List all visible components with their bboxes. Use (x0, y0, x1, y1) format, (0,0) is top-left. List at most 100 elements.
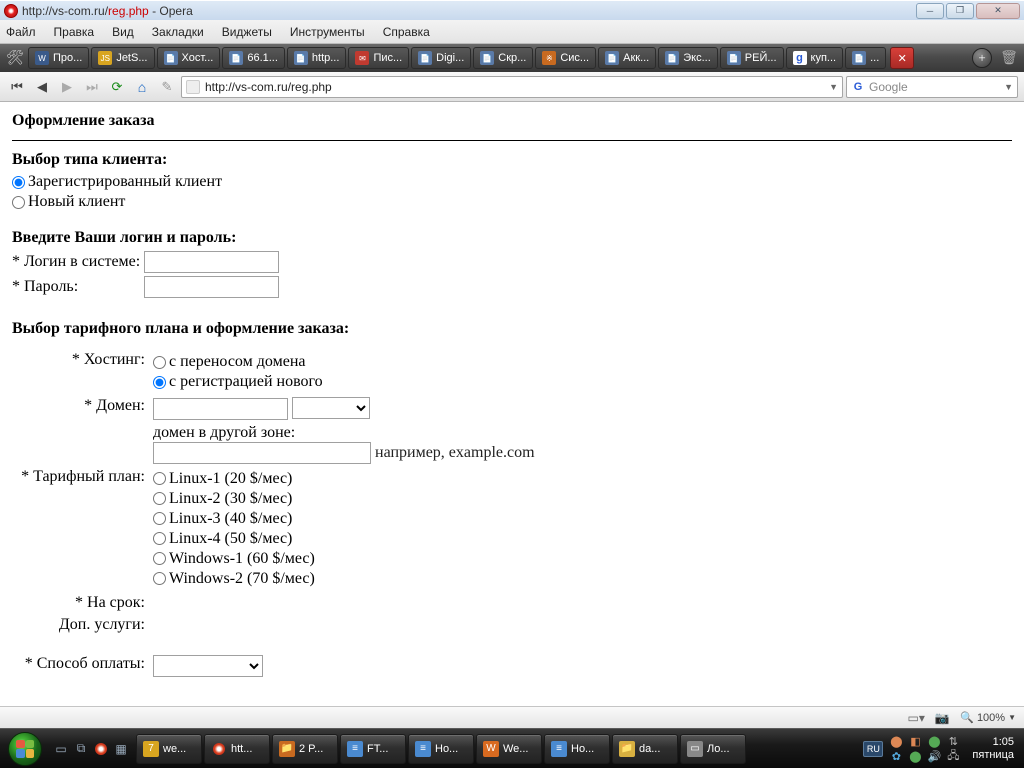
label-plan: Windows-1 (60 $/мес) (169, 550, 315, 567)
tab[interactable]: 📄66.1... (222, 47, 285, 69)
tray-network-icon[interactable]: 🖧 (945, 748, 961, 764)
tray-icon[interactable]: ⬤ (888, 733, 904, 749)
tab[interactable]: 📄... (845, 47, 886, 69)
camera-icon[interactable]: 📷 (934, 711, 950, 725)
tab[interactable]: ✉Пис... (348, 47, 409, 69)
tray-icon[interactable]: ✿ (888, 748, 904, 764)
task-item[interactable]: htt... (204, 734, 270, 764)
google-icon: G (851, 80, 865, 94)
trash-icon[interactable]: 🗑 (998, 47, 1020, 69)
radio-registered-client[interactable] (12, 176, 25, 189)
domain-other-input[interactable] (153, 442, 371, 464)
tray-icon[interactable]: ⬤ (926, 733, 942, 749)
ql-app-icon[interactable]: ▦ (112, 736, 130, 762)
close-tab-button[interactable]: ✕ (890, 47, 914, 69)
password-label: * Пароль: (12, 278, 144, 296)
reload-button[interactable]: ⟳ (106, 76, 128, 98)
hosting-label: * Хостинг: (14, 350, 149, 394)
task-item[interactable]: ≡FT... (340, 734, 406, 764)
radio-plan-win1[interactable] (153, 552, 166, 565)
task-item[interactable]: 📁da... (612, 734, 678, 764)
search-box[interactable]: G Google ▼ (846, 76, 1018, 98)
tab[interactable]: ※Сис... (535, 47, 596, 69)
tab[interactable]: 📄Скр... (473, 47, 533, 69)
ql-opera-icon[interactable] (92, 736, 110, 762)
wrench-icon[interactable]: 🛠 (4, 47, 26, 69)
back-button[interactable]: ◀ (31, 76, 53, 98)
address-bar[interactable]: ▼ (181, 76, 843, 98)
status-bar: ▭▾ 📷 🔍 100% ▼ (0, 706, 1024, 728)
minimize-button[interactable]: ─ (916, 3, 944, 19)
term-label: * На срок: (14, 593, 149, 613)
radio-hosting-transfer[interactable] (153, 356, 166, 369)
url-input[interactable] (205, 80, 824, 94)
start-button[interactable] (4, 729, 46, 769)
window-title: http://vs-com.ru/reg.php - Opera (22, 4, 916, 18)
domain-zone-select[interactable] (292, 397, 370, 419)
radio-new-client[interactable] (12, 196, 25, 209)
home-button[interactable]: ⌂ (131, 76, 153, 98)
rewind-button[interactable]: ⏮ (6, 76, 28, 98)
tab[interactable]: WПро... (28, 47, 89, 69)
menu-widgets[interactable]: Виджеты (222, 25, 272, 39)
radio-plan-win2[interactable] (153, 572, 166, 585)
task-item[interactable]: ≡Ho... (408, 734, 474, 764)
wand-button[interactable]: ✎ (156, 76, 178, 98)
domain-input[interactable] (153, 398, 288, 420)
menu-file[interactable]: Файл (6, 25, 36, 39)
nav-bar: ⏮ ◀ ▶ ⏭ ⟳ ⌂ ✎ ▼ G Google ▼ (0, 72, 1024, 102)
ql-desktop-icon[interactable]: ▭ (52, 736, 70, 762)
tab[interactable]: 📄http... (287, 47, 347, 69)
tab[interactable]: 📄Digi... (411, 47, 471, 69)
menu-help[interactable]: Справка (383, 25, 430, 39)
task-item[interactable]: WWe... (476, 734, 542, 764)
tray-icon[interactable]: ⬤ (907, 748, 923, 764)
login-input[interactable] (144, 251, 279, 273)
menu-bookmarks[interactable]: Закладки (152, 25, 204, 39)
page-icon (186, 80, 200, 94)
tray-icon[interactable]: ◧ (907, 733, 923, 749)
dropdown-icon[interactable]: ▼ (1004, 82, 1013, 92)
tab[interactable]: JSJetS... (91, 47, 154, 69)
password-input[interactable] (144, 276, 279, 298)
radio-plan-linux1[interactable] (153, 472, 166, 485)
zoom-control[interactable]: 🔍 100% ▼ (960, 711, 1016, 724)
menu-view[interactable]: Вид (112, 25, 134, 39)
payment-select[interactable] (153, 655, 263, 677)
language-indicator[interactable]: RU (863, 741, 883, 757)
radio-plan-linux2[interactable] (153, 492, 166, 505)
ql-windows-icon[interactable]: ⧉ (72, 736, 90, 762)
menu-tools[interactable]: Инструменты (290, 25, 365, 39)
label-plan: Linux-2 (30 $/мес) (169, 490, 292, 507)
fast-forward-button[interactable]: ⏭ (81, 76, 103, 98)
dropdown-icon[interactable]: ▼ (1008, 713, 1016, 722)
label-plan: Linux-4 (50 $/мес) (169, 530, 292, 547)
task-item[interactable]: ≡Ho... (544, 734, 610, 764)
tab[interactable]: 📄Хост... (157, 47, 221, 69)
tab[interactable]: gкуп... (786, 47, 844, 69)
task-item[interactable]: 7we... (136, 734, 202, 764)
radio-hosting-register[interactable] (153, 376, 166, 389)
tray-volume-icon[interactable]: 🔊 (926, 748, 942, 764)
radio-plan-linux4[interactable] (153, 532, 166, 545)
radio-plan-linux3[interactable] (153, 512, 166, 525)
task-item[interactable]: ▭Ло... (680, 734, 746, 764)
close-button[interactable]: ✕ (976, 3, 1020, 19)
tab[interactable]: 📄РЕЙ... (720, 47, 784, 69)
tab[interactable]: 📄Экс... (658, 47, 718, 69)
login-section-title: Введите Ваши логин и пароль: (12, 229, 1012, 247)
forward-button[interactable]: ▶ (56, 76, 78, 98)
view-icon[interactable]: ▭▾ (908, 711, 924, 725)
window-titlebar: http://vs-com.ru/reg.php - Opera ─ ❐ ✕ (0, 0, 1024, 20)
dropdown-icon[interactable]: ▼ (829, 82, 838, 92)
page-heading: Оформление заказа (12, 112, 1012, 130)
task-item[interactable]: 📁2 P... (272, 734, 338, 764)
domain-hint: например, example.com (375, 444, 535, 461)
extras-label: Доп. услуги: (14, 615, 149, 635)
tab[interactable]: 📄Акк... (598, 47, 656, 69)
clock[interactable]: 1:05 пятница (966, 736, 1014, 762)
new-tab-button[interactable]: + (972, 48, 992, 68)
menu-edit[interactable]: Правка (54, 25, 95, 39)
search-placeholder: Google (869, 80, 908, 94)
maximize-button[interactable]: ❐ (946, 3, 974, 19)
